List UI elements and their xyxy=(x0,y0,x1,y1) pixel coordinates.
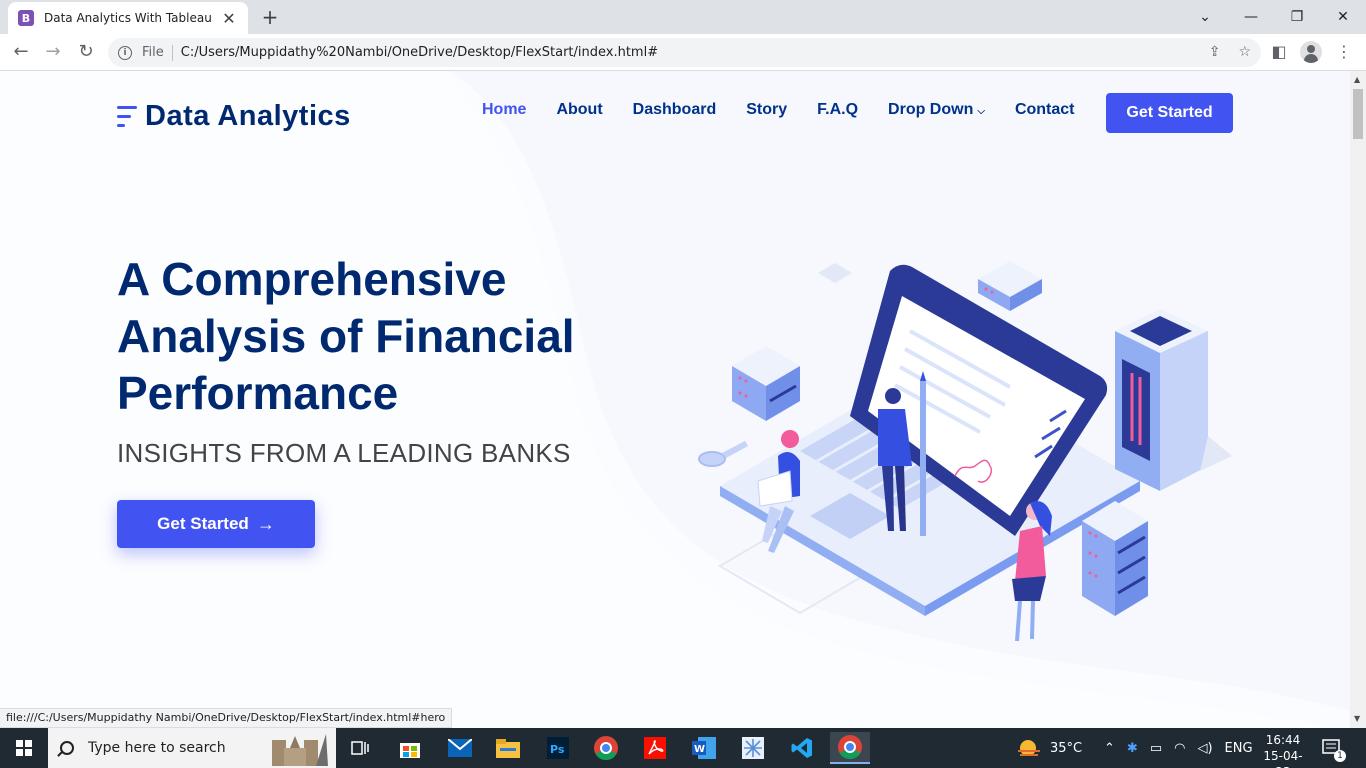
notification-center-icon[interactable]: 1 xyxy=(1322,728,1346,768)
side-panel-icon[interactable]: ◧ xyxy=(1266,39,1292,65)
nav-get-started-button[interactable]: Get Started xyxy=(1106,93,1233,133)
photoshop-icon[interactable]: Ps xyxy=(538,732,578,764)
nav-dropdown[interactable]: Drop Down ⌵ xyxy=(888,101,985,119)
address-divider xyxy=(171,44,173,61)
profile-avatar[interactable] xyxy=(1300,41,1322,63)
chevron-down-icon: ⌵ xyxy=(977,106,985,117)
snipping-tool-icon[interactable] xyxy=(733,732,773,764)
microsoft-store-icon[interactable] xyxy=(390,732,430,764)
vscode-icon[interactable] xyxy=(782,732,822,764)
bookmark-star-icon[interactable]: ☆ xyxy=(1238,44,1251,60)
weather-widget[interactable]: 35°C xyxy=(1016,728,1082,768)
server-left xyxy=(732,346,800,421)
hero-title: A Comprehensive Analysis of Financial Pe… xyxy=(117,253,575,419)
acrobat-icon[interactable] xyxy=(635,732,675,764)
close-tab-icon[interactable]: ✕ xyxy=(220,9,238,28)
language-indicator[interactable]: ENG xyxy=(1225,741,1253,756)
hero-get-started-button[interactable]: Get Started → xyxy=(117,500,315,548)
info-icon[interactable]: i xyxy=(118,45,132,60)
nav-home[interactable]: Home xyxy=(482,101,526,119)
arrow-right-icon: → xyxy=(256,513,275,534)
nav-faq[interactable]: F.A.Q xyxy=(817,101,858,119)
windows-start-button[interactable] xyxy=(0,728,48,768)
chrome-icon[interactable] xyxy=(586,732,626,764)
volume-icon[interactable]: ◁) xyxy=(1197,741,1212,756)
windows-logo-icon xyxy=(16,740,32,756)
clock-date: 15-04-23 xyxy=(1263,749,1303,768)
browser-toolbar: ← → ↻ i File C:/Users/Muppidathy%20Nambi… xyxy=(0,34,1366,71)
logo-text: Data Analytics xyxy=(145,100,351,132)
file-explorer-icon[interactable] xyxy=(488,732,528,764)
link-status-bubble: file:///C:/Users/Muppidathy Nambi/OneDri… xyxy=(0,708,453,728)
hero-button-label: Get Started xyxy=(157,514,249,533)
tab-search-chevron-icon[interactable]: ⌄ xyxy=(1182,4,1228,30)
browser-tab-strip: B Data Analytics With Tableau ✕ + ⌄ — ❐ … xyxy=(0,0,1366,34)
hero-subtitle: INSIGHTS FROM A LEADING BANKS xyxy=(117,438,571,468)
nav-story[interactable]: Story xyxy=(746,101,787,119)
word-icon[interactable]: W xyxy=(684,732,724,764)
logo-mark-icon xyxy=(117,104,137,130)
kebab-menu-icon[interactable]: ⋮ xyxy=(1331,39,1357,65)
task-view-icon[interactable] xyxy=(340,732,380,764)
bluetooth-icon[interactable]: ✱ xyxy=(1127,741,1138,756)
scroll-up-arrow-icon[interactable]: ▲ xyxy=(1354,75,1360,84)
browser-tab[interactable]: B Data Analytics With Tableau ✕ xyxy=(8,2,248,34)
site-logo[interactable]: Data Analytics xyxy=(117,100,351,133)
url-text[interactable]: C:/Users/Muppidathy%20Nambi/OneDrive/Des… xyxy=(181,45,658,60)
close-window-button[interactable]: ✕ xyxy=(1320,4,1366,30)
key-icon xyxy=(698,441,748,467)
new-tab-button[interactable]: + xyxy=(258,6,282,28)
svg-text:W: W xyxy=(694,744,705,755)
scroll-down-arrow-icon[interactable]: ▼ xyxy=(1354,714,1360,723)
taskbar-search-box[interactable]: Type here to search xyxy=(48,728,336,768)
tab-title: Data Analytics With Tableau xyxy=(44,11,212,25)
scheme-label: File xyxy=(142,45,164,60)
share-icon[interactable]: ⇪ xyxy=(1209,44,1221,60)
web-page: Data Analytics Home About Dashboard Stor… xyxy=(0,71,1350,728)
restore-button[interactable]: ❐ xyxy=(1274,4,1320,30)
search-icon xyxy=(60,741,74,755)
chrome-active-icon[interactable] xyxy=(830,732,870,764)
system-clock[interactable]: 16:44 15-04-23 xyxy=(1258,732,1308,768)
wifi-icon[interactable]: ◠ xyxy=(1174,741,1185,756)
main-navigation: Home About Dashboard Story F.A.Q Drop Do… xyxy=(482,101,1105,119)
battery-icon[interactable]: ▭ xyxy=(1150,741,1162,756)
reload-button[interactable]: ↻ xyxy=(73,39,99,65)
server-top xyxy=(978,261,1042,311)
mail-icon[interactable] xyxy=(440,732,480,764)
server-tower xyxy=(1115,309,1232,491)
sun-weather-icon xyxy=(1018,740,1040,756)
hero-illustration xyxy=(698,261,1232,642)
nav-dropdown-label: Drop Down xyxy=(888,101,974,118)
page-scrollbar[interactable]: ▲ ▼ xyxy=(1350,71,1366,728)
server-right xyxy=(1082,501,1148,616)
bootstrap-favicon-icon: B xyxy=(18,10,34,26)
system-tray: ⌃ ✱ ▭ ◠ ◁) ENG xyxy=(1104,728,1253,768)
back-button[interactable]: ← xyxy=(8,39,34,65)
windows-taskbar: Type here to search Ps W 35°C ⌃ ✱ ▭ ◠ ◁)… xyxy=(0,728,1366,768)
notification-count-badge: 1 xyxy=(1334,750,1346,762)
chevron-up-icon[interactable]: ⌃ xyxy=(1104,741,1115,756)
nav-dashboard[interactable]: Dashboard xyxy=(633,101,717,119)
minimize-button[interactable]: — xyxy=(1228,4,1274,30)
scrollbar-thumb[interactable] xyxy=(1353,89,1363,139)
nav-about[interactable]: About xyxy=(556,101,602,119)
forward-button[interactable]: → xyxy=(40,39,66,65)
clock-time: 16:44 xyxy=(1265,733,1301,747)
taskbar-search-placeholder: Type here to search xyxy=(88,740,226,756)
address-bar[interactable]: i File C:/Users/Muppidathy%20Nambi/OneDr… xyxy=(108,38,1261,67)
svg-text:Ps: Ps xyxy=(550,743,565,756)
cathedral-search-highlight-icon xyxy=(272,734,328,766)
nav-contact[interactable]: Contact xyxy=(1015,101,1075,119)
weather-temp: 35°C xyxy=(1050,740,1083,756)
